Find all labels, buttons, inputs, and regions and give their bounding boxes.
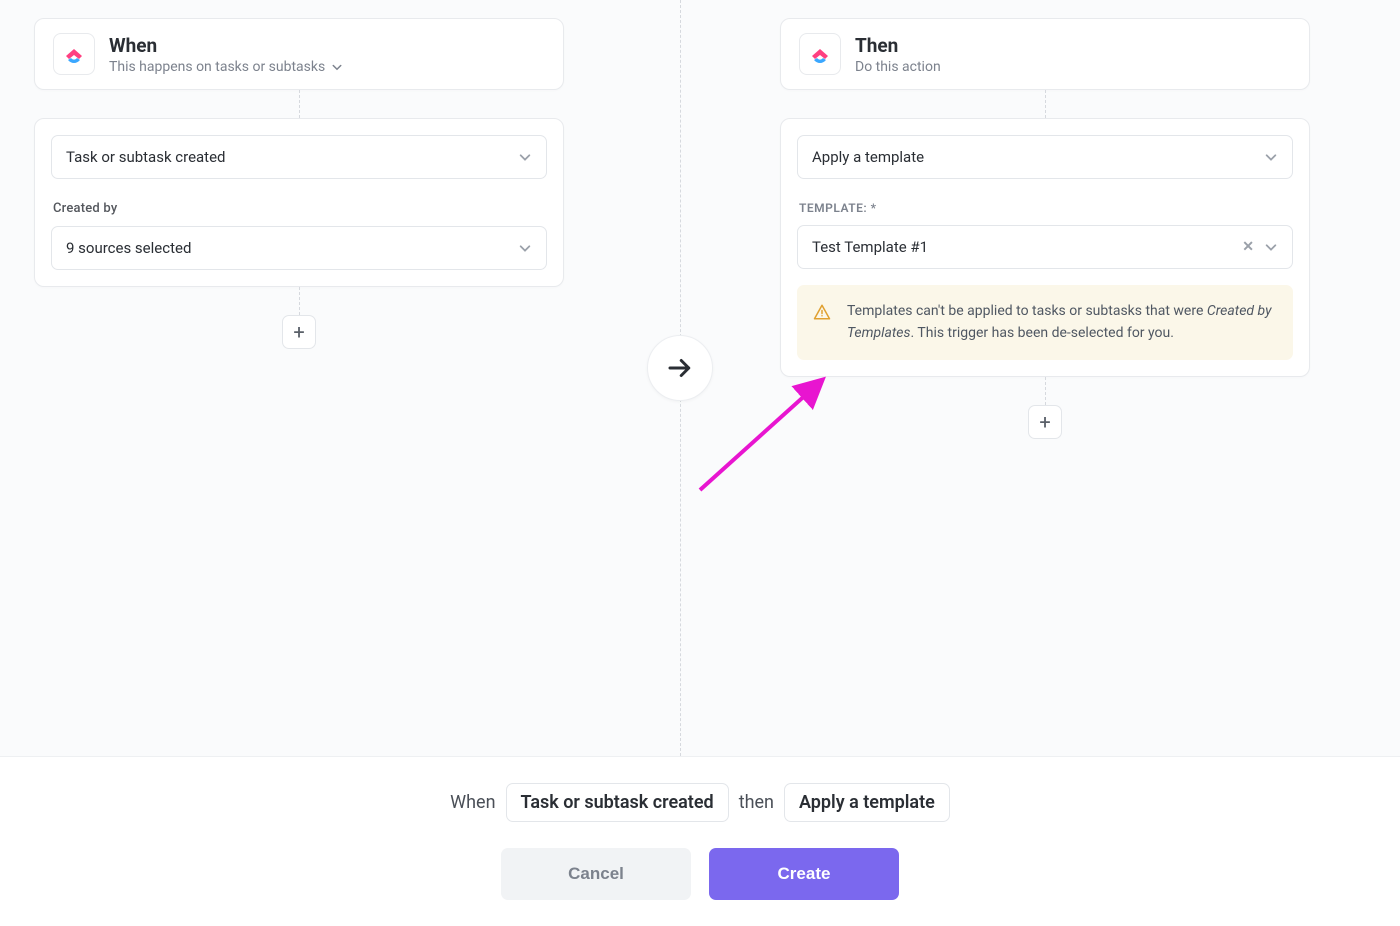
plus-icon: + [1039,412,1050,432]
chevron-down-icon [518,150,532,164]
clickup-logo-icon [53,33,95,75]
trigger-select-value: Task or subtask created [66,148,226,166]
created-by-value: 9 sources selected [66,239,191,257]
footer-bar: When Task or subtask created then Apply … [0,756,1400,926]
then-title: Then [855,34,941,57]
when-subtitle-row[interactable]: This happens on tasks or subtasks [109,59,343,75]
template-label: TEMPLATE: * [799,201,1293,215]
cancel-button[interactable]: Cancel [501,848,691,900]
then-column: Then Do this action Apply a template TEM… [780,18,1310,439]
action-select[interactable]: Apply a template [797,135,1293,179]
clickup-logo-icon [799,33,841,75]
warning-message: Templates can't be applied to tasks or s… [797,285,1293,360]
connector-line [299,287,300,315]
warning-text-pre: Templates can't be applied to tasks or s… [847,303,1207,319]
then-header-card: Then Do this action [780,18,1310,90]
created-by-select[interactable]: 9 sources selected [51,226,547,270]
clear-icon[interactable]: ✕ [1242,239,1254,255]
connector-line [299,90,300,118]
then-body-card: Apply a template TEMPLATE: * Test Templa… [780,118,1310,377]
created-by-label: Created by [53,201,547,216]
chevron-down-icon [331,61,343,73]
when-subtitle: This happens on tasks or subtasks [109,59,325,75]
when-title: When [109,34,343,57]
warning-icon [813,303,831,321]
plus-icon: + [293,322,304,342]
when-body-card: Task or subtask created Created by 9 sou… [34,118,564,287]
flow-arrow [647,335,713,401]
summary-when-text: When [450,792,495,813]
add-trigger-button[interactable]: + [282,315,316,349]
create-button[interactable]: Create [709,848,899,900]
chevron-down-icon [1264,240,1278,254]
summary-then-pill[interactable]: Apply a template [784,783,950,822]
template-select-value: Test Template #1 [812,238,928,256]
action-select-value: Apply a template [812,148,924,166]
when-column: When This happens on tasks or subtasks T… [34,18,564,349]
summary-when-pill[interactable]: Task or subtask created [506,783,729,822]
add-action-button[interactable]: + [1028,405,1062,439]
when-header-card: When This happens on tasks or subtasks [34,18,564,90]
then-subtitle: Do this action [855,59,941,75]
template-select[interactable]: Test Template #1 ✕ [797,225,1293,269]
automation-summary: When Task or subtask created then Apply … [450,783,950,822]
summary-then-text: then [739,792,774,813]
connector-line [1045,377,1046,405]
warning-text-post: . This trigger has been de-selected for … [911,325,1174,341]
chevron-down-icon [1264,150,1278,164]
trigger-select[interactable]: Task or subtask created [51,135,547,179]
connector-line [1045,90,1046,118]
chevron-down-icon [518,241,532,255]
